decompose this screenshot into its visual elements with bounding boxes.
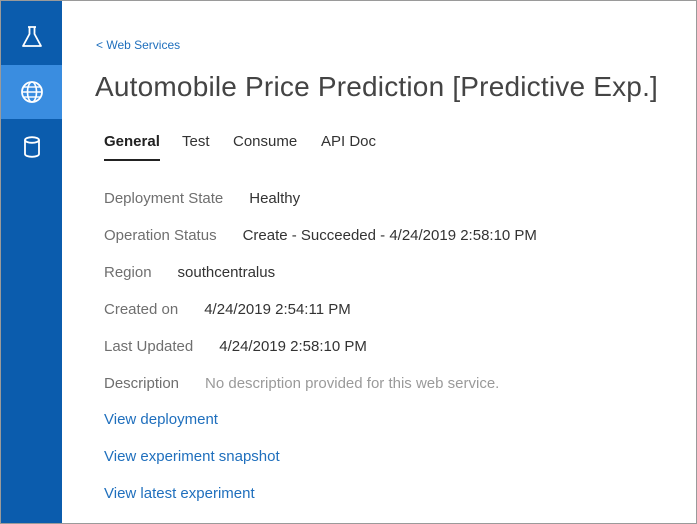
main-content: < Web Services Automobile Price Predicti… (62, 1, 696, 523)
description-row: Description No description provided for t… (104, 375, 499, 392)
created-on-row: Created on 4/24/2019 2:54:11 PM (104, 301, 351, 318)
database-icon (23, 136, 40, 158)
nav-datasets[interactable] (1, 120, 62, 174)
region-row: Region southcentralus (104, 264, 275, 281)
breadcrumb-web-services[interactable]: < Web Services (96, 38, 180, 52)
view-latest-experiment-link[interactable]: View latest experiment (104, 485, 255, 502)
deployment-state-value: Healthy (249, 190, 301, 207)
operation-status-label: Operation Status (104, 227, 217, 244)
description-label: Description (104, 375, 180, 392)
deployment-state-label: Deployment State (104, 190, 224, 207)
nav-experiments[interactable] (1, 10, 62, 64)
tab-test[interactable]: Test (182, 133, 210, 159)
operation-status-value: Create - Succeeded - 4/24/2019 2:58:10 P… (242, 227, 537, 244)
created-on-label: Created on (104, 301, 179, 318)
description-value: No description provided for this web ser… (205, 375, 500, 392)
page-title: Automobile Price Prediction [Predictive … (95, 71, 659, 102)
tab-general[interactable]: General (104, 133, 160, 161)
view-deployment-link[interactable]: View deployment (104, 411, 218, 428)
created-on-value: 4/24/2019 2:54:11 PM (204, 301, 351, 318)
region-label: Region (104, 264, 152, 281)
last-updated-row: Last Updated 4/24/2019 2:58:10 PM (104, 338, 367, 355)
tab-consume[interactable]: Consume (233, 133, 297, 159)
globe-icon (20, 81, 43, 103)
web-service-window: < Web Services Automobile Price Predicti… (0, 0, 697, 524)
last-updated-label: Last Updated (104, 338, 194, 355)
flask-icon (21, 26, 42, 47)
last-updated-value: 4/24/2019 2:58:10 PM (219, 338, 367, 355)
operation-status-row: Operation Status Create - Succeeded - 4/2… (104, 227, 537, 244)
tab-api-doc[interactable]: API Doc (321, 133, 376, 159)
view-experiment-snapshot-link[interactable]: View experiment snapshot (104, 448, 280, 465)
sidebar (1, 1, 62, 523)
nav-web-services[interactable] (1, 65, 62, 119)
deployment-state-row: Deployment State Healthy (104, 190, 300, 207)
region-value: southcentralus (177, 264, 276, 281)
